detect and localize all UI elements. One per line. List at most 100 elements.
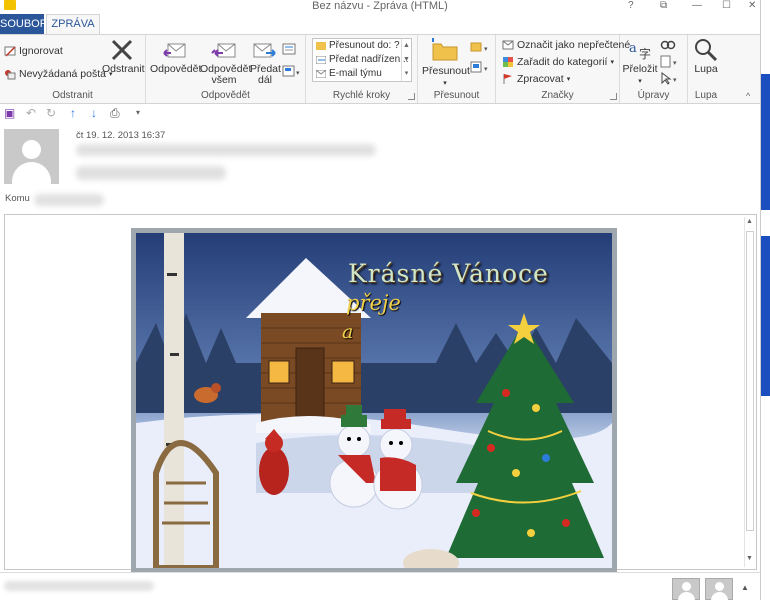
minimize-button[interactable]: — — [692, 0, 702, 11]
quick-steps-gallery: Přesunout do: ? Předat nadřízen... E-mai… — [312, 38, 412, 82]
related-icon[interactable]: ▾ — [660, 55, 682, 68]
follow-up-button[interactable]: Zpracovat ▾ — [502, 73, 570, 85]
contact-avatar[interactable] — [705, 578, 733, 600]
help-button[interactable]: ? — [628, 0, 634, 11]
ribbon-display-button[interactable]: ⧉ — [660, 0, 667, 11]
quick-step-move[interactable]: Přesunout do: ? — [313, 39, 411, 53]
scroll-up-icon[interactable]: ▲ — [402, 39, 411, 53]
quick-step-team-email[interactable]: E-mail týmu — [313, 67, 411, 81]
recipient-redacted — [34, 194, 104, 206]
subject-redacted — [76, 166, 226, 180]
group-delete: Ignorovat Nevyžádaná pošta ▾ Odstranit O… — [0, 35, 146, 103]
close-button[interactable]: ✕ — [748, 0, 756, 11]
categorize-icon — [503, 57, 513, 67]
sender-avatar — [4, 129, 59, 184]
people-pane-name-redacted — [4, 581, 154, 591]
undo-icon[interactable]: ↶ — [26, 106, 36, 120]
forward-label-2: dál — [257, 74, 272, 86]
group-move: Přesunout ▾ ▾ ▾ Přesunout — [418, 35, 496, 103]
quick-steps-launcher[interactable] — [408, 93, 415, 100]
delete-x-icon — [111, 39, 133, 61]
junk-button[interactable]: Nevyžádaná pošta ▾ — [4, 68, 113, 80]
move-button[interactable]: Přesunout ▾ — [422, 38, 470, 89]
tab-message[interactable]: ZPRÁVA — [46, 14, 100, 35]
scroll-down-icon[interactable]: ▼ — [402, 53, 411, 67]
forward-icon — [253, 43, 276, 58]
group-zoom: Lupa Lupa — [688, 35, 724, 103]
scroll-down-icon[interactable]: ▼ — [746, 555, 753, 562]
group-label-respond: Odpovědět — [201, 90, 250, 101]
redo-icon[interactable]: ↻ — [46, 106, 56, 120]
rules-icon[interactable]: ▾ — [470, 41, 492, 53]
mark-unread-button[interactable]: Označit jako nepřečtené — [502, 39, 630, 51]
expand-people-pane-icon[interactable]: ▲ — [741, 583, 749, 592]
ignore-button[interactable]: Ignorovat — [4, 45, 63, 57]
group-label-delete: Odstranit — [52, 90, 93, 101]
svg-text:▾: ▾ — [484, 46, 488, 53]
delete-button[interactable]: Odstranit — [102, 38, 145, 75]
more-respond-icon[interactable]: ▾ — [282, 65, 302, 77]
expand-icon[interactable]: ▾ — [402, 67, 411, 81]
avatar-head — [682, 582, 691, 591]
tags-launcher[interactable] — [610, 93, 617, 100]
meeting-reply-icon[interactable] — [282, 43, 296, 55]
group-label-move: Přesunout — [433, 90, 480, 101]
unread-mail-icon — [502, 40, 514, 50]
customize-qat-icon[interactable]: ▾ — [136, 106, 140, 120]
background-window-panel — [761, 74, 770, 210]
ignore-icon — [4, 46, 16, 57]
window-title: Bez názvu - Zpráva (HTML) — [312, 0, 448, 12]
quick-steps-scroll[interactable]: ▲ ▼ ▾ — [401, 39, 411, 81]
delete-label: Odstranit — [102, 63, 145, 75]
svg-text:▾: ▾ — [673, 60, 677, 67]
chevron-down-icon: ▾ — [638, 78, 642, 85]
title-bar: Bez názvu - Zpráva (HTML) ? ⧉ — ☐ ✕ — [0, 0, 760, 13]
translate-button[interactable]: a字 Přeložit ▾ — [622, 38, 658, 87]
to-label: Komu — [5, 193, 30, 204]
reply-button[interactable]: Odpovědět — [150, 38, 202, 75]
group-quick-steps: Přesunout do: ? Předat nadřízen... E-mai… — [306, 35, 418, 103]
people-pane-bar: ▲ — [0, 572, 760, 600]
ignore-label: Ignorovat — [19, 45, 63, 57]
collapse-ribbon-icon[interactable]: ^ — [746, 91, 750, 101]
background-window-panel — [761, 236, 770, 396]
sender-redacted — [76, 144, 376, 156]
group-label-editing: Úpravy — [637, 90, 670, 101]
categorize-button[interactable]: Zařadit do kategorií ▾ — [502, 56, 614, 68]
reply-label: Odpovědět — [150, 63, 202, 75]
avatar-head — [715, 582, 724, 591]
reply-all-button[interactable]: Odpovědět všem — [200, 38, 251, 86]
tab-file[interactable]: SOUBOR — [0, 14, 48, 34]
group-tags: Označit jako nepřečtené Zařadit do kateg… — [496, 35, 630, 103]
contact-avatar[interactable] — [672, 578, 700, 600]
reply-all-label-2: všem — [211, 74, 237, 86]
avatar-body — [12, 162, 51, 184]
scroll-up-icon[interactable]: ▲ — [746, 218, 753, 225]
forward-button[interactable]: Předat dál — [250, 38, 281, 86]
scrollbar-thumb[interactable] — [746, 231, 754, 531]
find-icon[interactable] — [660, 38, 676, 52]
print-icon[interactable]: ⎙ — [110, 106, 120, 120]
quick-step-forward-manager[interactable]: Předat nadřízen... — [313, 53, 411, 67]
next-item-icon[interactable]: ↓ — [91, 106, 97, 120]
body-scrollbar[interactable]: ▲ ▼ — [744, 217, 755, 567]
quick-step-move-label: Přesunout do: ? — [329, 40, 400, 51]
select-cursor-icon[interactable]: ▾ — [660, 72, 682, 85]
follow-up-label: Zpracovat — [517, 73, 564, 85]
ribbon: Ignorovat Nevyžádaná pošta ▾ Odstranit O… — [0, 34, 760, 104]
previous-item-icon[interactable]: ↑ — [70, 106, 76, 120]
quick-access-toolbar: ▣ ↶ ↻ ↑ ↓ ⎙ ▾ — [0, 104, 760, 124]
svg-text:▾: ▾ — [673, 77, 677, 84]
christmas-card-image: Krásné Vánoce přeje a — [131, 228, 617, 573]
move-folder-icon — [432, 38, 458, 61]
actions-icon[interactable]: ▾ — [470, 61, 492, 73]
save-icon[interactable]: ▣ — [4, 106, 15, 120]
chevron-down-icon: ▾ — [610, 59, 614, 66]
card-title: Krásné Vánoce — [348, 259, 549, 288]
team-mail-icon — [316, 70, 326, 78]
zoom-button[interactable]: Lupa — [691, 38, 721, 75]
quick-step-forward-manager-label: Předat nadřízen... — [329, 54, 409, 65]
folder-icon — [316, 42, 326, 50]
translate-icon: a字 — [629, 41, 651, 61]
maximize-button[interactable]: ☐ — [722, 0, 731, 11]
